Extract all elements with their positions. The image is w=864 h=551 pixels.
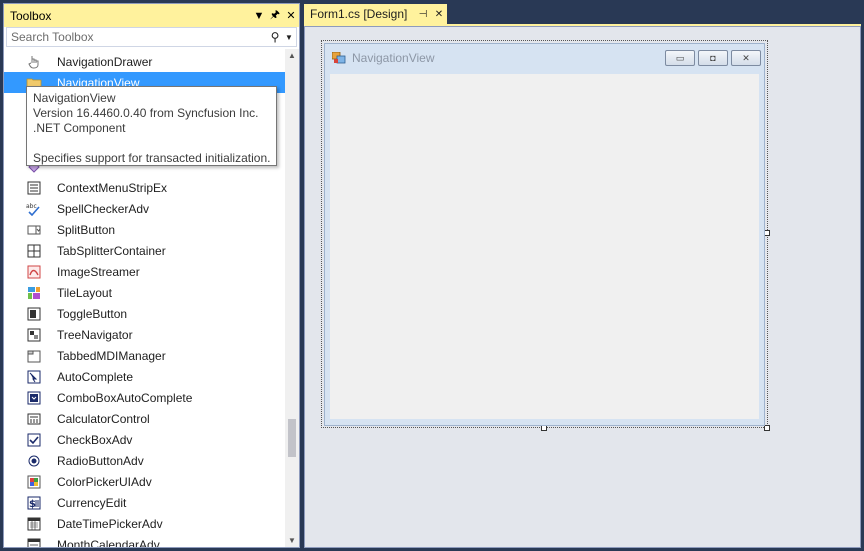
toolbox-item-label: ImageStreamer (57, 264, 140, 279)
close-icon: ✕ (742, 52, 750, 63)
svg-text:$: $ (29, 499, 36, 510)
maximize-icon: ◘ (710, 53, 716, 63)
toolbox-panel: Toolbox ▼ 🖈 ✕ Search Toolbox ⚲ ▼ Navigat… (3, 3, 300, 548)
toolbox-item-label: SplitButton (57, 222, 116, 237)
toolbox-item[interactable]: TreeNavigator (4, 324, 285, 345)
toolbox-item[interactable]: MonthCalendarAdv (4, 534, 285, 547)
scroll-up-icon[interactable]: ▲ (285, 51, 299, 60)
spellcheck-icon: abc (26, 201, 42, 217)
minimize-icon: ▭ (675, 52, 685, 63)
toolbox-item-label: CurrencyEdit (57, 495, 127, 510)
close-button[interactable]: ✕ (731, 50, 761, 66)
toolbox-item-label: ComboBoxAutoComplete (57, 390, 193, 405)
toolbox-item-label: RadioButtonAdv (57, 453, 144, 468)
toolbox-item[interactable]: NavigationDrawer (4, 51, 285, 72)
pin-icon[interactable]: ⊣ (415, 9, 431, 20)
toolbox-item[interactable]: TabbedMDIManager (4, 345, 285, 366)
toolbox-item[interactable]: abc SpellCheckerAdv (4, 198, 285, 219)
form-title-bar: NavigationView ▭ ◘ ✕ (325, 44, 764, 72)
toolbox-item-label: ToggleButton (57, 306, 128, 321)
calendar-icon (26, 537, 42, 547)
tooltip-version: Version 16.4460.0.40 from Syncfusion Inc… (33, 106, 259, 120)
image-streamer-icon (26, 264, 42, 280)
toolbox-item-label: AutoComplete (57, 369, 134, 384)
tooltip-title: NavigationView (33, 91, 116, 105)
form-window[interactable]: NavigationView ▭ ◘ ✕ (324, 43, 765, 426)
toolbox-item[interactable]: RadioButtonAdv (4, 450, 285, 471)
toolbox-item-tooltip: NavigationView Version 16.4460.0.40 from… (26, 86, 277, 166)
maximize-button[interactable]: ◘ (698, 50, 728, 66)
form-client-area[interactable] (330, 74, 759, 419)
dropdown-arrow-icon[interactable]: ▼ (251, 10, 267, 22)
toolbox-item-label: CheckBoxAdv (57, 432, 133, 447)
toolbox-item-label: ContextMenuStripEx (57, 180, 168, 195)
form-icon (331, 51, 346, 64)
tooltip-spacer (33, 136, 270, 151)
toolbox-item-label: TabbedMDIManager (57, 348, 166, 363)
svg-text:abc: abc (26, 203, 37, 210)
tooltip-description: Specifies support for transacted initial… (33, 151, 271, 165)
datetime-picker-icon (26, 516, 42, 532)
scroll-down-icon[interactable]: ▼ (285, 536, 299, 545)
scrollbar-thumb[interactable] (288, 419, 296, 457)
autocomplete-icon (26, 369, 42, 385)
toolbox-title-bar: Toolbox ▼ 🖈 ✕ (4, 4, 299, 27)
minimize-button[interactable]: ▭ (665, 50, 695, 66)
hand-pointer-icon (26, 54, 42, 70)
tile-layout-icon (26, 285, 42, 301)
toolbox-item[interactable]: ContextMenuStripEx (4, 177, 285, 198)
toolbox-item-label: TileLayout (57, 285, 112, 300)
currency-icon: $ (26, 495, 42, 511)
toolbox-item-label: DateTimePickerAdv (57, 516, 163, 531)
toolbox-item[interactable]: ComboBoxAutoComplete (4, 387, 285, 408)
menu-strip-icon (26, 180, 42, 196)
calculator-icon (26, 411, 42, 427)
tree-navigator-icon (26, 327, 42, 343)
close-icon[interactable]: ✕ (283, 9, 299, 22)
toolbox-item-label: NavigationDrawer (57, 54, 153, 69)
chevron-down-icon[interactable]: ▼ (282, 33, 296, 42)
document-tab[interactable]: Form1.cs [Design] ⊣ ✕ (304, 4, 447, 24)
tabbed-mdi-icon (26, 348, 42, 364)
toolbox-title: Toolbox (10, 8, 52, 23)
close-icon[interactable]: ✕ (431, 9, 447, 20)
toolbox-item-label: MonthCalendarAdv (57, 537, 160, 548)
pin-icon[interactable]: 🖈 (267, 6, 283, 25)
toolbox-item[interactable]: $ CurrencyEdit (4, 492, 285, 513)
toolbox-scrollbar[interactable]: ▲ ▼ (285, 49, 299, 547)
toolbox-item[interactable]: ImageStreamer (4, 261, 285, 282)
radio-button-icon (26, 453, 42, 469)
tooltip-type: .NET Component (33, 121, 126, 135)
toggle-button-icon (26, 306, 42, 322)
checkbox-icon (26, 432, 42, 448)
toolbox-item-label: TreeNavigator (57, 327, 133, 342)
search-placeholder: Search Toolbox (11, 30, 94, 44)
color-picker-icon (26, 474, 42, 490)
toolbox-item[interactable]: ColorPickerUIAdv (4, 471, 285, 492)
toolbox-item-label: ColorPickerUIAdv (57, 474, 152, 489)
search-icon[interactable]: ⚲ (268, 30, 282, 44)
toolbox-item-label: TabSplitterContainer (57, 243, 166, 258)
toolbox-item[interactable]: TileLayout (4, 282, 285, 303)
toolbox-item[interactable]: CalculatorControl (4, 408, 285, 429)
combobox-autocomplete-icon (26, 390, 42, 406)
toolbox-item[interactable]: ToggleButton (4, 303, 285, 324)
toolbox-search-input[interactable]: Search Toolbox ⚲ ▼ (6, 27, 297, 47)
tab-splitter-icon (26, 243, 42, 259)
toolbox-item[interactable]: TabSplitterContainer (4, 240, 285, 261)
toolbox-item[interactable]: CheckBoxAdv (4, 429, 285, 450)
toolbox-item[interactable]: DateTimePickerAdv (4, 513, 285, 534)
toolbox-item-label: SpellCheckerAdv (57, 201, 150, 216)
toolbox-item-label: CalculatorControl (57, 411, 150, 426)
form-title: NavigationView (352, 51, 435, 65)
document-tab-title: Form1.cs [Design] (310, 7, 408, 21)
split-button-icon (26, 222, 42, 238)
toolbox-item[interactable]: AutoComplete (4, 366, 285, 387)
toolbox-item[interactable]: SplitButton (4, 219, 285, 240)
